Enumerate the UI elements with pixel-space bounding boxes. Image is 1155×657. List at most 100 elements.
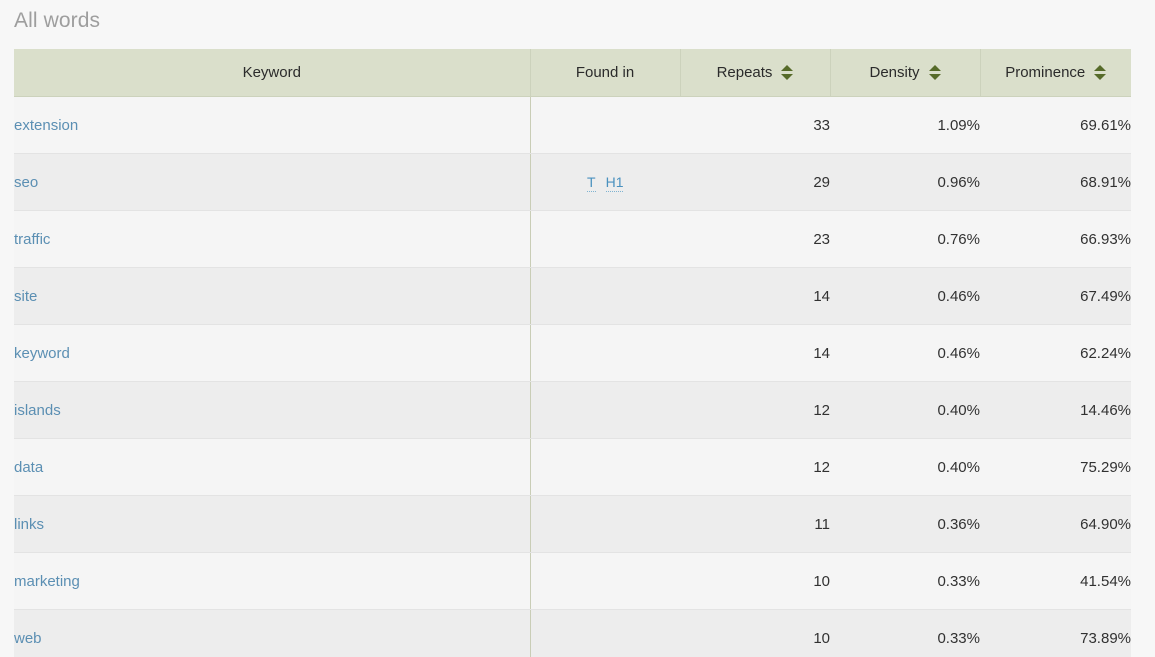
column-header-found_in: Found in bbox=[530, 49, 681, 97]
cell-keyword: links bbox=[14, 495, 531, 553]
sort-ascending-icon[interactable] bbox=[1094, 65, 1107, 71]
table-body: extension 33 1.09% 69.61% seo T H1 29 0.96% 68.91… bbox=[14, 96, 1131, 657]
column-header-label: Found in bbox=[575, 64, 635, 81]
cell-keyword: islands bbox=[14, 381, 531, 439]
found-in-tag-link[interactable]: T bbox=[587, 173, 596, 192]
sort-descending-icon[interactable] bbox=[781, 74, 794, 80]
keyword-link[interactable]: islands bbox=[14, 402, 61, 419]
cell-keyword: traffic bbox=[14, 210, 531, 268]
cell-repeats: 12 bbox=[680, 438, 830, 496]
found-in-tag-link[interactable]: H1 bbox=[605, 173, 624, 192]
sort-ascending-icon[interactable] bbox=[781, 65, 794, 71]
keyword-link[interactable]: data bbox=[14, 459, 43, 476]
cell-found-in bbox=[530, 552, 680, 610]
cell-density: 0.33% bbox=[830, 552, 980, 610]
keyword-link[interactable]: marketing bbox=[14, 573, 80, 590]
cell-density: 1.09% bbox=[830, 96, 980, 154]
cell-prominence: 68.91% bbox=[980, 153, 1131, 211]
keyword-link[interactable]: extension bbox=[14, 117, 78, 134]
cell-found-in: T H1 bbox=[530, 153, 680, 211]
cell-found-in bbox=[530, 324, 680, 382]
keyword-link[interactable]: traffic bbox=[14, 231, 50, 248]
column-header-repeats[interactable]: Repeats bbox=[680, 49, 831, 97]
cell-keyword: seo bbox=[14, 153, 531, 211]
cell-found-in bbox=[530, 438, 680, 496]
sort-ascending-icon[interactable] bbox=[928, 65, 941, 71]
column-header-label: Density bbox=[869, 64, 920, 81]
cell-repeats: 10 bbox=[680, 609, 830, 657]
cell-prominence: 41.54% bbox=[980, 552, 1131, 610]
sort-descending-icon[interactable] bbox=[1094, 74, 1107, 80]
cell-density: 0.46% bbox=[830, 324, 980, 382]
column-header-inner: Found in bbox=[531, 49, 680, 96]
cell-found-in bbox=[530, 381, 680, 439]
keyword-link[interactable]: seo bbox=[14, 174, 38, 191]
cell-repeats: 23 bbox=[680, 210, 830, 268]
cell-prominence: 75.29% bbox=[980, 438, 1131, 496]
table-row: extension 33 1.09% 69.61% bbox=[14, 96, 1131, 154]
sort-descending-icon[interactable] bbox=[928, 74, 941, 80]
cell-density: 0.46% bbox=[830, 267, 980, 325]
page-title: All words bbox=[14, 9, 101, 32]
cell-prominence: 64.90% bbox=[980, 495, 1131, 553]
cell-prominence: 69.61% bbox=[980, 96, 1131, 154]
cell-found-in bbox=[530, 267, 680, 325]
cell-repeats: 12 bbox=[680, 381, 830, 439]
table-row: site 14 0.46% 67.49% bbox=[14, 267, 1131, 325]
cell-keyword: web bbox=[14, 609, 531, 657]
column-header-inner: Keyword bbox=[14, 49, 530, 96]
cell-prominence: 62.24% bbox=[980, 324, 1131, 382]
cell-found-in bbox=[530, 609, 680, 657]
all-words-page: All words Keyword Found in Repeats Density P… bbox=[0, 0, 1155, 657]
table-row: traffic 23 0.76% 66.93% bbox=[14, 210, 1131, 268]
cell-keyword: keyword bbox=[14, 324, 531, 382]
cell-keyword: site bbox=[14, 267, 531, 325]
table-header-row: Keyword Found in Repeats Density Prominence bbox=[14, 49, 1131, 97]
cell-keyword: extension bbox=[14, 96, 531, 154]
all-words-table: Keyword Found in Repeats Density Prominence … bbox=[14, 49, 1131, 657]
table-row: data 12 0.40% 75.29% bbox=[14, 438, 1131, 496]
cell-prominence: 67.49% bbox=[980, 267, 1131, 325]
cell-repeats: 10 bbox=[680, 552, 830, 610]
column-header-inner: Density bbox=[831, 49, 980, 96]
cell-keyword: data bbox=[14, 438, 531, 496]
cell-found-in bbox=[530, 495, 680, 553]
table-row: links 11 0.36% 64.90% bbox=[14, 495, 1131, 553]
all-words-table-container: Keyword Found in Repeats Density Prominence … bbox=[14, 49, 1131, 657]
keyword-link[interactable]: web bbox=[14, 630, 42, 647]
cell-density: 0.96% bbox=[830, 153, 980, 211]
cell-found-in bbox=[530, 96, 680, 154]
column-header-label: Keyword bbox=[242, 64, 301, 81]
table-row: keyword 14 0.46% 62.24% bbox=[14, 324, 1131, 382]
cell-density: 0.36% bbox=[830, 495, 980, 553]
cell-keyword: marketing bbox=[14, 552, 531, 610]
column-header-label: Repeats bbox=[716, 64, 773, 81]
cell-found-in bbox=[530, 210, 680, 268]
column-header-density[interactable]: Density bbox=[830, 49, 981, 97]
table-row: islands 12 0.40% 14.46% bbox=[14, 381, 1131, 439]
column-header-inner: Prominence bbox=[981, 49, 1132, 96]
sort-updown-icon[interactable] bbox=[781, 65, 794, 80]
keyword-link[interactable]: site bbox=[14, 288, 37, 305]
column-header-keyword: Keyword bbox=[14, 49, 531, 97]
cell-repeats: 29 bbox=[680, 153, 830, 211]
cell-prominence: 66.93% bbox=[980, 210, 1131, 268]
table-row: marketing 10 0.33% 41.54% bbox=[14, 552, 1131, 610]
column-header-label: Prominence bbox=[1005, 64, 1086, 81]
sort-updown-icon[interactable] bbox=[928, 65, 941, 80]
table-row: web 10 0.33% 73.89% bbox=[14, 609, 1131, 657]
cell-density: 0.40% bbox=[830, 438, 980, 496]
keyword-link[interactable]: keyword bbox=[14, 345, 70, 362]
column-header-prominence[interactable]: Prominence bbox=[980, 49, 1131, 97]
cell-prominence: 14.46% bbox=[980, 381, 1131, 439]
sort-updown-icon[interactable] bbox=[1094, 65, 1107, 80]
keyword-link[interactable]: links bbox=[14, 516, 44, 533]
table-header: Keyword Found in Repeats Density Prominence bbox=[14, 49, 1131, 97]
cell-density: 0.33% bbox=[830, 609, 980, 657]
cell-prominence: 73.89% bbox=[980, 609, 1131, 657]
table-row: seo T H1 29 0.96% 68.91% bbox=[14, 153, 1131, 211]
cell-repeats: 14 bbox=[680, 324, 830, 382]
cell-density: 0.76% bbox=[830, 210, 980, 268]
cell-density: 0.40% bbox=[830, 381, 980, 439]
cell-repeats: 33 bbox=[680, 96, 830, 154]
